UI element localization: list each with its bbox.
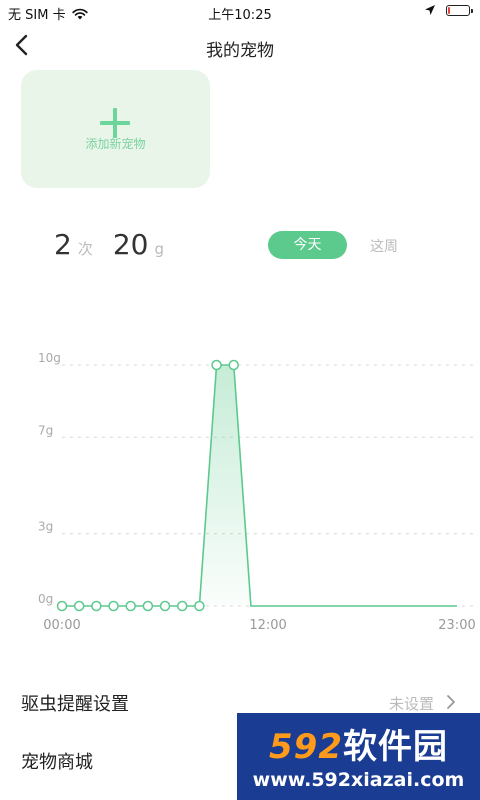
y-tick-label: 10g: [38, 351, 61, 365]
battery-icon: [446, 4, 473, 16]
page-title: 我的宠物: [206, 41, 274, 61]
chart-y-axis: 10g 7g 3g 0g: [38, 351, 61, 606]
feed-amount-unit: g: [154, 240, 165, 258]
chart-point: [91, 600, 102, 612]
feeding-chart: 10g 7g 3g 0g 00:00 12:00 23:00: [38, 351, 476, 633]
chart-x-axis: 00:00 12:00 23:00: [43, 618, 475, 633]
tab-today[interactable]: 今天: [268, 231, 347, 259]
chart-point: [56, 600, 68, 612]
deworming-reminder-label: 驱虫提醒设置: [21, 694, 129, 715]
chart-point: [108, 600, 119, 612]
chart-point: [159, 600, 171, 612]
y-tick-label: 3g: [38, 520, 53, 534]
plus-icon: [100, 108, 130, 138]
chart-point: [211, 359, 222, 371]
x-tick-label: 12:00: [249, 618, 286, 633]
status-bar: 无 SIM 卡 上午10:25: [0, 0, 480, 24]
y-tick-label: 0g: [38, 592, 53, 606]
add-pet-label: 添加新宠物: [85, 137, 146, 151]
chart-area-fill: [62, 365, 457, 606]
x-tick-label: 00:00: [43, 618, 80, 633]
chart-grid: [62, 364, 476, 607]
chart-point: [194, 600, 205, 612]
watermark-digits: 592: [269, 727, 343, 767]
status-time: 上午10:25: [208, 8, 272, 23]
feed-count: 2: [54, 228, 72, 261]
tab-week[interactable]: 这周: [370, 236, 398, 256]
y-tick-label: 7g: [38, 423, 53, 437]
location-arrow-icon: [425, 5, 435, 15]
add-pet-card[interactable]: 添加新宠物: [21, 70, 210, 188]
chart-point: [228, 359, 239, 371]
feed-count-unit: 次: [77, 240, 93, 258]
deworming-reminder-value: 未设置: [388, 695, 434, 713]
pet-store-label: 宠物商城: [21, 752, 93, 773]
chart-point: [125, 600, 136, 612]
feeding-stats: 2 次 20 g: [54, 228, 184, 261]
chart-point: [73, 600, 85, 612]
chart-point: [142, 600, 154, 612]
x-tick-label: 23:00: [438, 618, 475, 633]
nav-bar: 我的宠物: [0, 24, 480, 68]
feed-amount: 20: [112, 228, 149, 261]
chevron-right-icon: [447, 695, 455, 709]
chart-series-line: [62, 364, 457, 607]
chart-point: [176, 600, 188, 612]
watermark-url: www.592xiazai.com: [252, 769, 465, 791]
site-watermark: 592软件园 www.592xiazai.com: [237, 713, 480, 800]
watermark-title: 软件园: [342, 727, 448, 767]
